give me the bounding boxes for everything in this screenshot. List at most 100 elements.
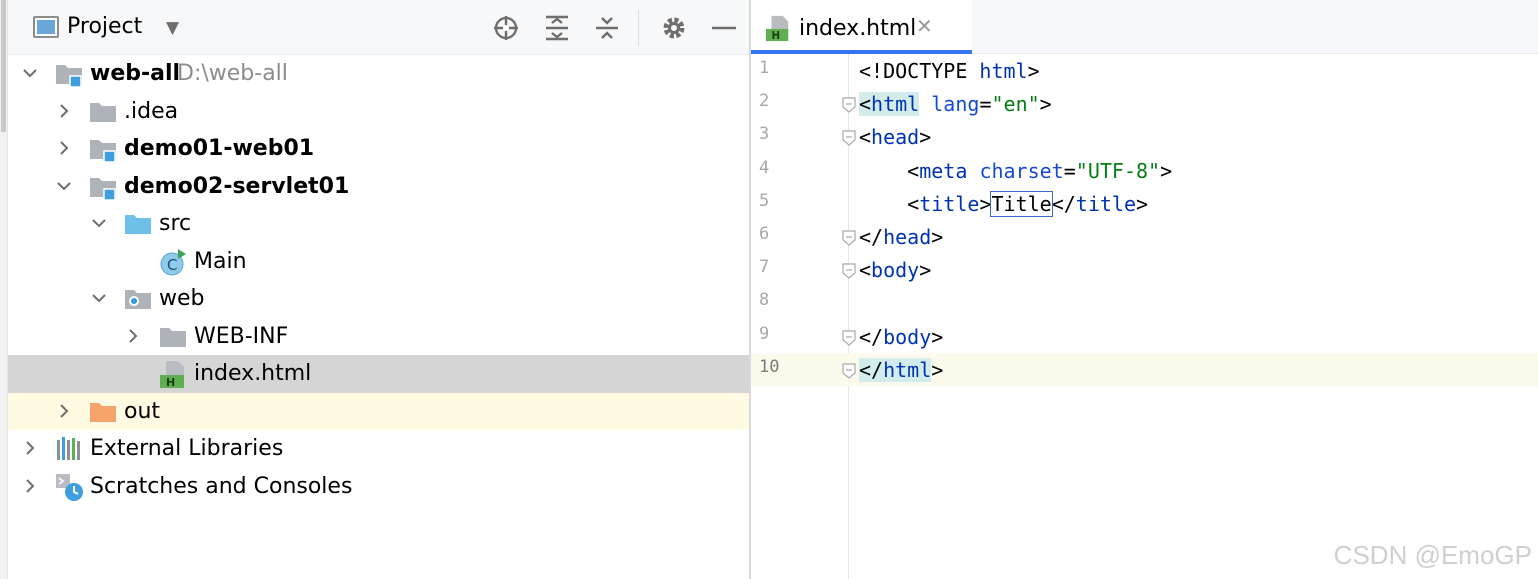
tree-item-label: src	[159, 211, 192, 236]
tree-item-index-html[interactable]: H index.html	[8, 355, 749, 393]
code-text: <meta charset="UTF-8">	[859, 158, 1173, 183]
folder-icon	[88, 97, 118, 127]
tree-item-web-inf[interactable]: WEB-INF	[8, 318, 749, 356]
tree-item-label: Scratches and Consoles	[90, 473, 353, 499]
tree-item-idea[interactable]: .idea	[8, 93, 749, 131]
chevron-right-icon[interactable]	[52, 93, 76, 131]
svg-text:C: C	[167, 256, 177, 274]
tree-item-label: .idea	[124, 98, 179, 124]
project-tool-window: Project ▼ web-all D:\web-all .idea demo0…	[0, 0, 749, 579]
tree-item-label: web	[159, 286, 205, 311]
code-editor[interactable]: 1 <!DOCTYPE html> 2 <html lang="en"> 3 <head>…	[751, 54, 1538, 579]
code-line[interactable]: 3 <head>	[751, 120, 1538, 153]
tree-item-web-all[interactable]: web-all D:\web-all	[8, 55, 749, 93]
module-folder-icon	[88, 172, 118, 202]
fold-marker-icon[interactable]	[842, 97, 856, 113]
code-line[interactable]: 2 <html lang="en">	[751, 87, 1538, 120]
line-number: 10	[759, 356, 780, 377]
tree-item-demo02-servlet01[interactable]: demo02-servlet01	[8, 168, 749, 206]
chevron-right-icon[interactable]	[52, 130, 76, 168]
collapse-all-icon[interactable]	[592, 13, 622, 43]
svg-text:H: H	[771, 30, 780, 42]
watermark: CSDN @EmoGP	[1333, 540, 1532, 570]
line-number: 1	[759, 58, 770, 78]
libraries-icon	[54, 434, 84, 464]
html-file-icon: H	[764, 14, 792, 46]
java-class-run-icon: C	[158, 247, 188, 277]
fold-marker-icon[interactable]	[842, 130, 856, 147]
fold-marker-icon[interactable]	[842, 329, 856, 346]
project-view-icon	[33, 16, 59, 38]
code-text: </head>	[859, 225, 944, 249]
tree-item-label: out	[124, 398, 161, 424]
editor-tab-bar: H index.html ✕	[751, 0, 1538, 54]
tab-index-html[interactable]: H index.html ✕	[751, 0, 972, 54]
code-text: <html lang="en">	[859, 92, 1052, 117]
tree-item-label: demo02-servlet01	[124, 173, 350, 199]
html-file-icon: H	[158, 359, 188, 389]
code-text: <title>Title</title>	[859, 190, 1149, 217]
code-text: <head>	[859, 125, 932, 150]
editor-pane: H index.html ✕ 1 <!DOCTYPE html> 2 <html la…	[751, 0, 1538, 579]
chevron-down-icon[interactable]: ▼	[166, 18, 179, 38]
fold-marker-icon[interactable]	[842, 363, 856, 379]
tree-item-label: External Libraries	[90, 436, 284, 461]
source-folder-icon	[123, 209, 153, 239]
gear-icon[interactable]	[659, 13, 689, 43]
tree-item-label: web-all	[90, 61, 181, 86]
tree-item-demo01-web01[interactable]: demo01-web01	[8, 130, 749, 168]
fold-marker-icon[interactable]	[842, 263, 856, 279]
line-number: 8	[759, 290, 770, 311]
minimize-icon[interactable]	[709, 13, 739, 43]
line-number: 7	[759, 257, 770, 278]
fold-marker-icon[interactable]	[842, 230, 856, 246]
tree-item-external-libraries[interactable]: External Libraries	[8, 430, 749, 468]
code-text: <!DOCTYPE html>	[859, 59, 1040, 83]
tree-item-web[interactable]: web	[8, 280, 749, 318]
project-tree: web-all D:\web-all .idea demo01-web01 de…	[8, 55, 749, 579]
scroll-grip[interactable]	[1, 0, 6, 132]
code-line[interactable]: 5 <title>Title</title>	[751, 187, 1538, 220]
chevron-down-icon[interactable]	[87, 280, 111, 318]
code-line[interactable]: 7 <body>	[751, 253, 1538, 286]
chevron-down-icon[interactable]	[87, 205, 111, 243]
line-number: 9	[759, 323, 770, 344]
tree-item-label: demo01-web01	[124, 136, 315, 161]
tree-item-label: index.html	[194, 361, 312, 386]
line-number: 4	[759, 157, 770, 178]
expand-all-icon[interactable]	[542, 13, 572, 43]
code-line[interactable]: 8	[751, 286, 1538, 319]
code-line[interactable]: 1 <!DOCTYPE html>	[751, 54, 1538, 87]
chevron-right-icon[interactable]	[121, 318, 145, 356]
code-line[interactable]: 6 </head>	[751, 220, 1538, 253]
tree-item-label: WEB-INF	[194, 323, 289, 349]
tree-item-path: D:\web-all	[177, 61, 288, 86]
toolbar-separator	[638, 10, 639, 46]
code-line[interactable]: 4 <meta charset="UTF-8">	[751, 154, 1538, 187]
chevron-right-icon[interactable]	[18, 430, 42, 468]
chevron-right-icon[interactable]	[52, 393, 76, 431]
line-number: 3	[759, 124, 770, 145]
code-line[interactable]: 10 </html>	[751, 352, 1538, 386]
line-number: 5	[759, 190, 770, 211]
close-icon[interactable]: ✕	[916, 14, 933, 38]
code-line[interactable]: 9 </body>	[751, 320, 1538, 353]
code-text: <body>	[859, 258, 932, 283]
web-folder-icon	[123, 284, 153, 314]
locate-icon[interactable]	[491, 13, 521, 43]
chevron-right-icon[interactable]	[18, 468, 42, 506]
code-text: </html>	[859, 357, 944, 382]
left-tool-strip[interactable]	[0, 0, 8, 579]
folder-icon	[158, 322, 188, 352]
line-number: 2	[759, 91, 770, 112]
svg-text:H: H	[166, 376, 175, 389]
chevron-down-icon[interactable]	[52, 168, 76, 206]
chevron-down-icon[interactable]	[18, 55, 42, 93]
module-folder-icon	[88, 134, 118, 164]
tree-item-out[interactable]: out	[8, 392, 749, 431]
tree-item-main[interactable]: C Main	[8, 243, 749, 281]
tree-item-scratches[interactable]: Scratches and Consoles	[8, 468, 749, 506]
module-folder-icon	[54, 59, 84, 89]
project-title[interactable]: Project	[67, 14, 142, 39]
tree-item-src[interactable]: src	[8, 205, 749, 243]
